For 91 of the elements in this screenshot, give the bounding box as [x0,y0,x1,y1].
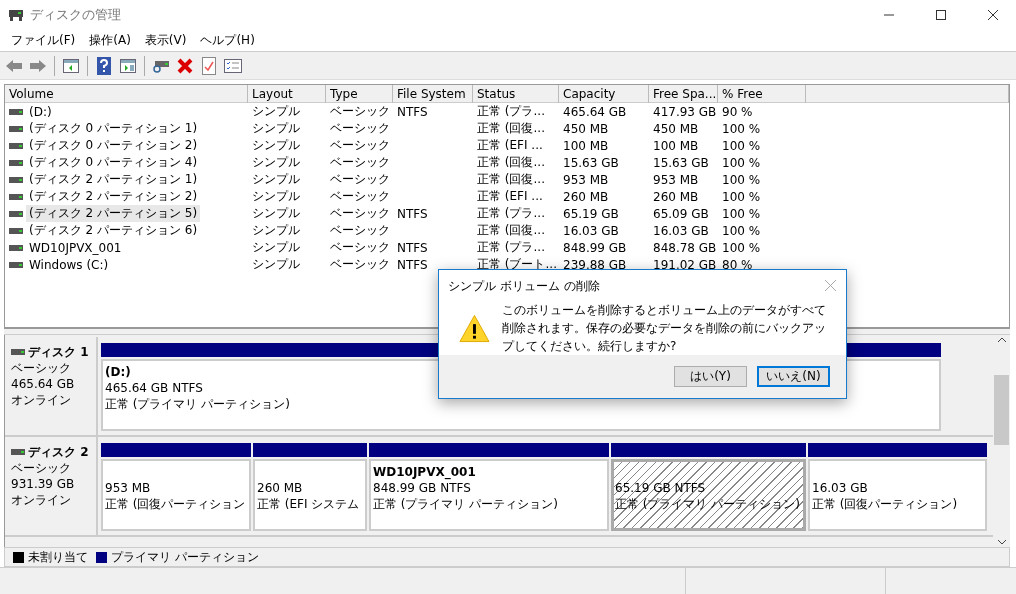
table-cell-text: ベーシック [329,154,391,171]
table-cell-text: ベーシック [329,137,391,154]
table-cell-text: 417.93 GB [652,103,718,120]
table-cell-text: シンプル [251,137,301,154]
partition-name: WD10JPVX_001 [373,464,476,480]
table-cell-text: ベーシック [329,222,391,239]
table-cell-text: 16.03 GB [562,222,620,239]
table-cell-text: 65.09 GB [652,205,710,222]
table-cell-text: 正常 (回復... [476,171,546,188]
partition-status: 正常 (プライマリ パーティション) [105,396,290,412]
table-cell-text: シンプル [251,120,301,137]
partition-status: 正常 (プライマリ パーティション) [615,496,800,512]
table-cell-text: 848.99 GB [562,239,628,256]
table-cell-text: 450 MB [562,120,610,137]
table-cell-text: ベーシック [329,205,391,222]
table-cell-text: 100 MB [652,137,700,154]
table-cell-text: ベーシック [329,171,391,188]
disk-name: ディスク 2 [28,444,89,460]
table-cell-text: 100 % [721,171,762,188]
table-cell-text: 100 % [721,222,762,239]
table-cell-text: 80 % [721,256,754,273]
table-cell-text: 260 MB [652,188,700,205]
legend-label: 未割り当て [28,549,88,565]
partition-status: 正常 (回復パーティション [105,496,246,512]
partition-size: 953 MB [105,480,151,496]
partition-size: 16.03 GB [812,480,868,496]
disk-size: 931.39 GB [11,476,76,492]
table-cell-text: ベーシック [329,239,391,256]
partition-size: 260 MB [257,480,303,496]
table-cell-text: ベーシック [329,256,391,273]
window-title: ディスクの管理 [30,6,122,24]
disk-state: オンライン [11,392,72,408]
table-cell-text: 953 MB [652,171,700,188]
partition-status: 正常 (EFI システム [257,496,360,512]
table-cell-text: 450 MB [652,120,700,137]
table-cell-text: NTFS [396,256,429,273]
table-cell-text: 正常 (回復... [476,120,546,137]
table-cell-text: シンプル [251,256,301,273]
table-cell-text: 465.64 GB [562,103,628,120]
table-cell-text: 260 MB [562,188,610,205]
table-cell-text: NTFS [396,103,429,120]
disk-size: 465.64 GB [11,376,76,392]
table-cell-text: ベーシック [329,120,391,137]
table-cell-text: 100 % [721,239,762,256]
table-cell-text: 953 MB [562,171,610,188]
partition-name: (D:) [105,364,131,380]
table-cell-text: ベーシック [329,103,391,120]
table-cell-text: 100 MB [562,137,610,154]
disk-state: オンライン [11,492,72,508]
table-cell-text: 100 % [721,188,762,205]
table-cell-text: 正常 (回復... [476,222,546,239]
table-cell-text: シンプル [251,154,301,171]
table-cell-text: NTFS [396,239,429,256]
table-cell-text: シンプル [251,205,301,222]
disk-type: ベーシック [11,460,72,476]
table-cell-text: 正常 (プラ... [476,205,546,222]
dialog-title: シンプル ボリューム の削除 [448,277,600,294]
partition-size: 465.64 GB NTFS [105,380,203,396]
table-cell-text: 100 % [721,205,762,222]
legend-label: プライマリ パーティション [111,549,259,565]
dialog-message: このボリュームを削除するとボリューム上のデータがすべて削除されます。保存の必要なデータを削除の前にバックアップしてください。続行しますか? [501,302,826,355]
partition-size: 65.19 GB NTFS [615,480,706,496]
table-cell-text: 15.63 GB [562,154,620,171]
partition-size: 848.99 GB NTFS [373,480,471,496]
table-cell-text: 100 % [721,137,762,154]
table-cell-text: 191.02 GB [652,256,718,273]
table-cell-text: シンプル [251,188,301,205]
table-cell-text: 100 % [721,120,762,137]
table-cell-text: 848.78 GB [652,239,718,256]
partition-status: 正常 (回復パーティション) [812,496,958,512]
table-cell-text: 65.19 GB [562,205,620,222]
table-cell-text: シンプル [251,222,301,239]
table-cell-text: シンプル [251,239,301,256]
table-cell-text: 239.88 GB [562,256,628,273]
table-cell-text: 正常 (プラ... [476,239,546,256]
table-cell-text: 正常 (EFI ... [476,137,544,154]
table-cell-text: 正常 (プラ... [476,103,546,120]
table-cell-text: 16.03 GB [652,222,710,239]
table-cell-text: ベーシック [329,188,391,205]
table-cell-text: シンプル [251,171,301,188]
table-cell-text: 90 % [721,103,754,120]
partition-status: 正常 (プライマリ パーティション) [373,496,558,512]
table-cell-text: 正常 (EFI ... [476,188,544,205]
table-cell-text: シンプル [251,103,301,120]
table-cell-text: 正常 (ブート... [476,256,558,273]
disk-name: ディスク 1 [28,344,89,360]
table-cell-text: 100 % [721,154,762,171]
disk-type: ベーシック [11,360,72,376]
table-cell-text: NTFS [396,205,429,222]
table-cell-text: 正常 (回復... [476,154,546,171]
table-cell-text: 15.63 GB [652,154,710,171]
